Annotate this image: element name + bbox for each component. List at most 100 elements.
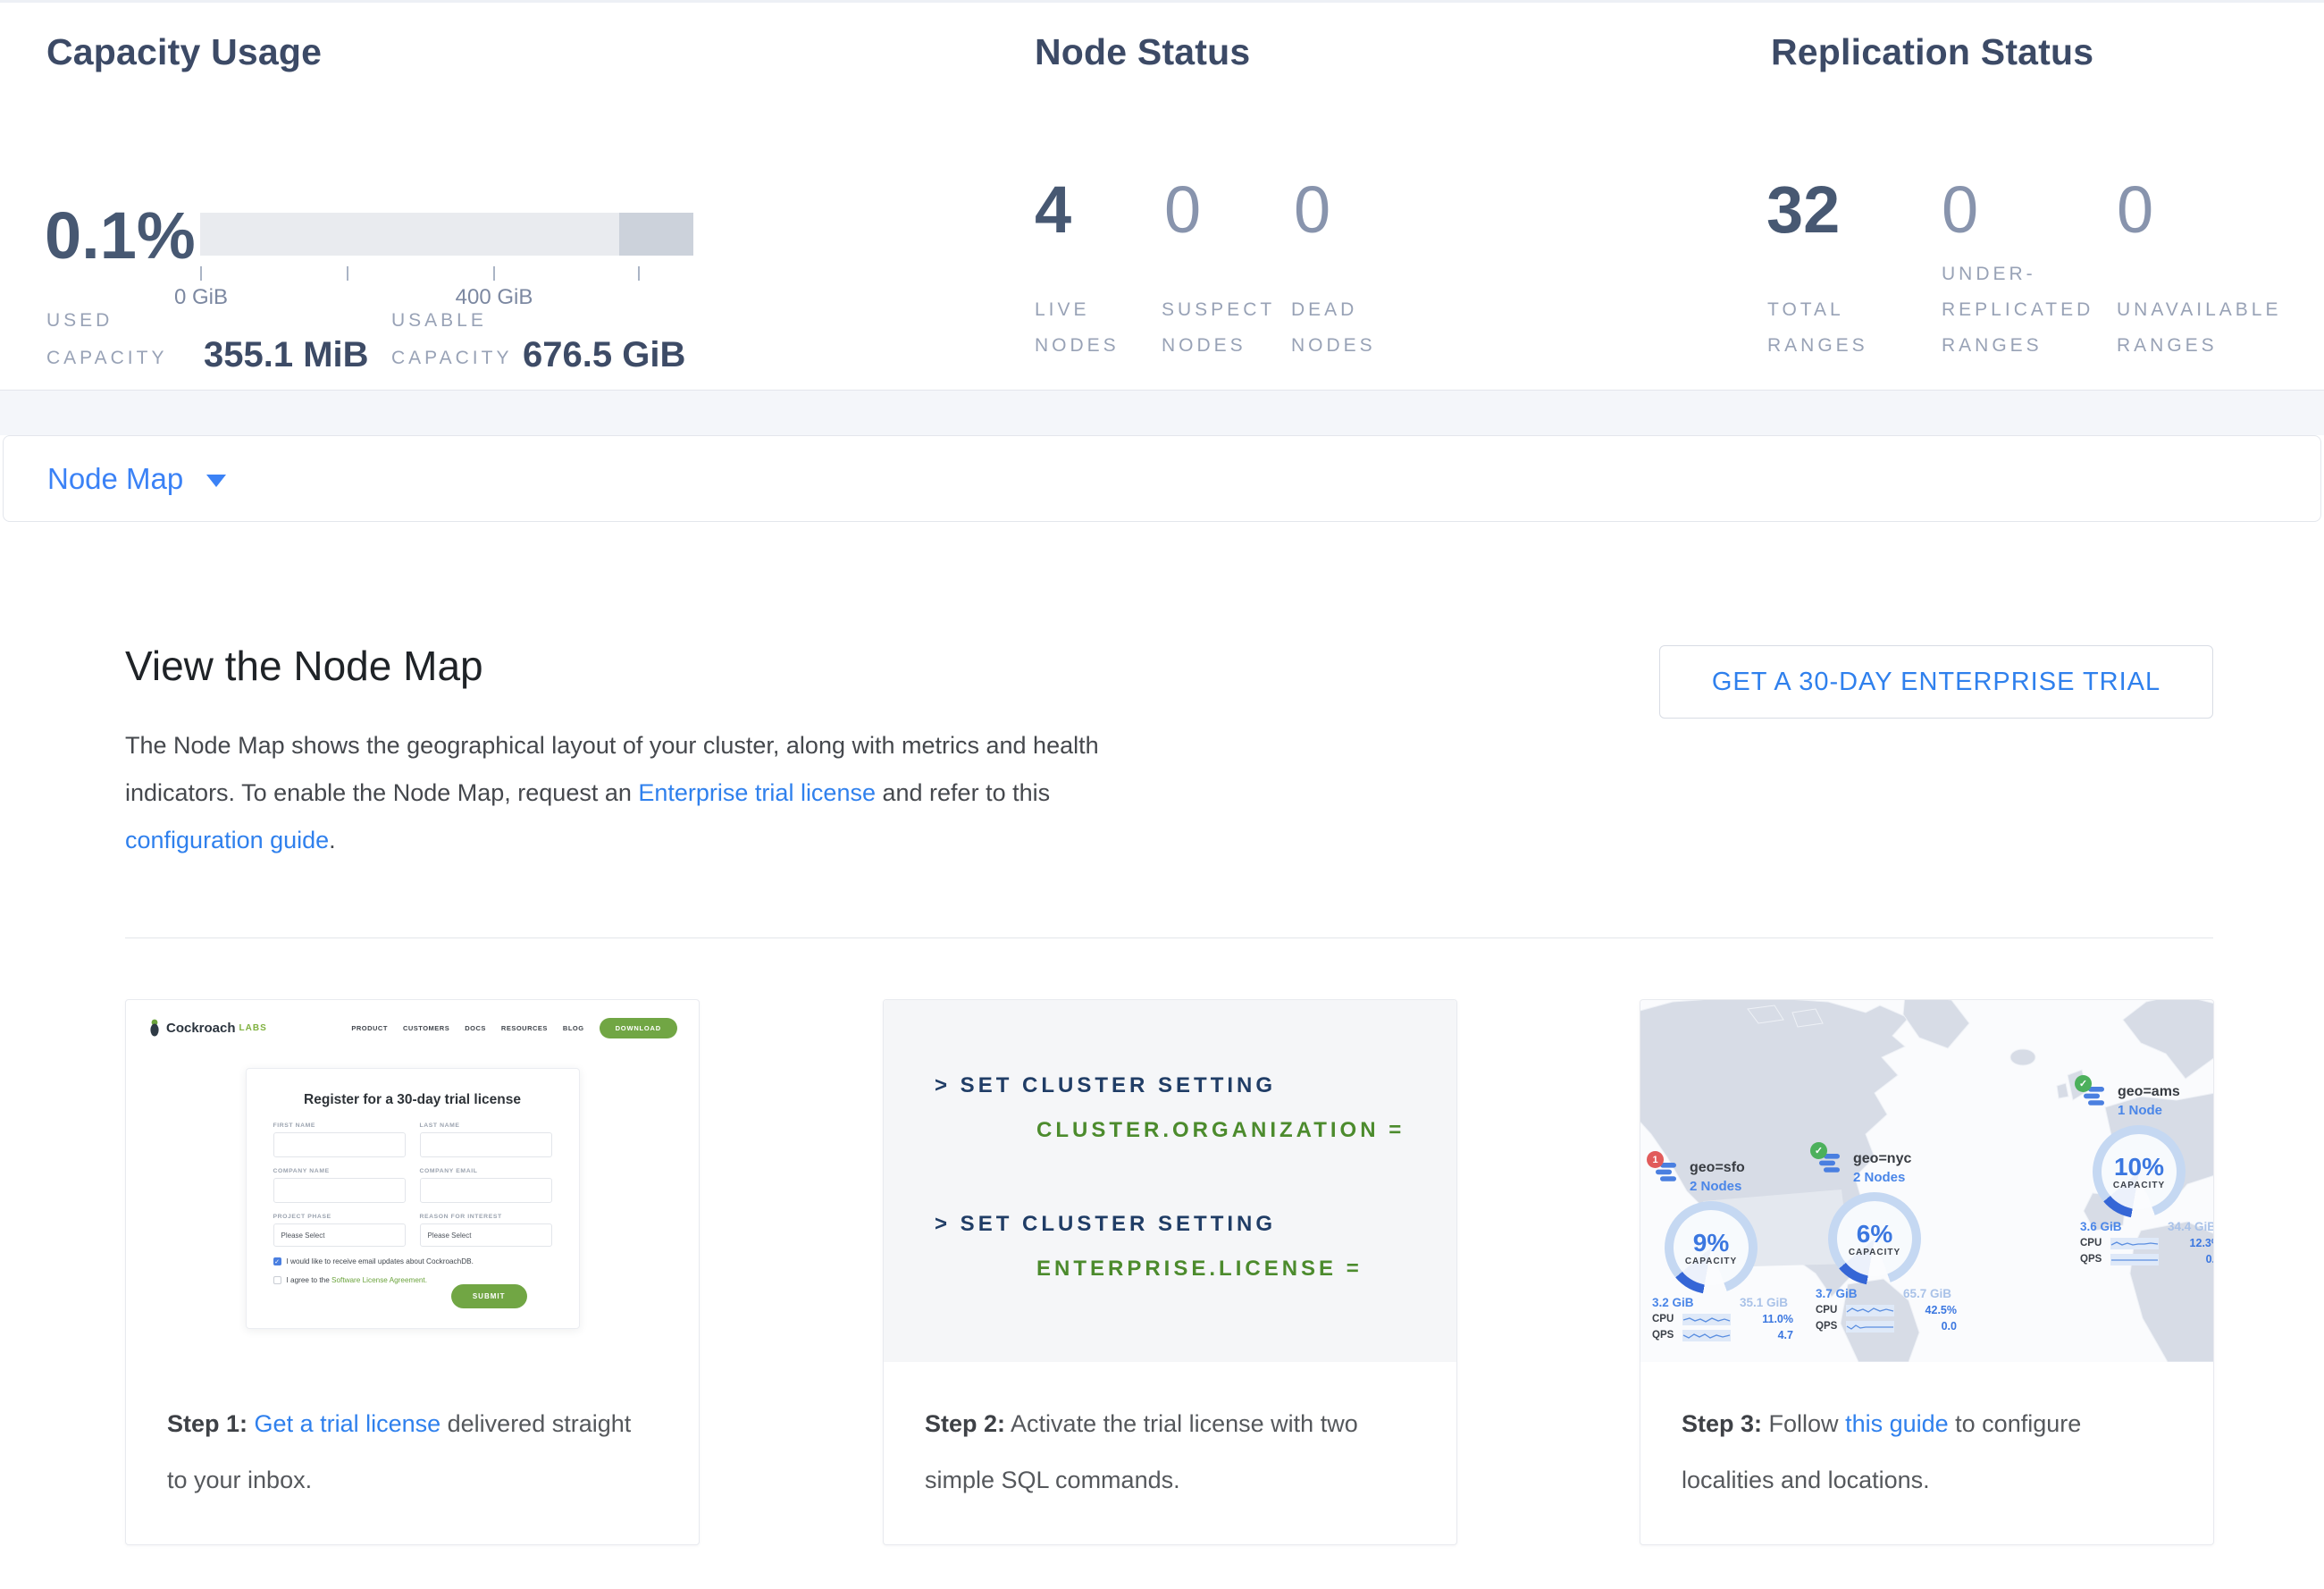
capacity-percent: 10%: [2114, 1154, 2164, 1181]
capacity-usage-title: Capacity Usage: [46, 31, 322, 73]
qps-label: QPS: [1816, 1321, 1840, 1332]
caption-text: [248, 1410, 255, 1437]
capacity-percent: 6%: [1857, 1221, 1892, 1248]
step-1-label: Step 1:: [167, 1410, 248, 1437]
healthy-badge-icon: ✓: [2075, 1075, 2092, 1092]
capacity-used-percent: 0.1%: [45, 203, 196, 269]
form-field: COMPANY NAME: [273, 1168, 406, 1203]
last-name-input-image: [420, 1132, 552, 1157]
node-labels: geo=sfo 2 Nodes: [1690, 1159, 1745, 1196]
project-phase-select-image: Please Select: [273, 1223, 406, 1247]
total-ranges-label: TOTAL RANGES: [1767, 292, 1892, 364]
page-title: View the Node Map: [125, 642, 483, 690]
field-label: COMPANY NAME: [273, 1168, 406, 1174]
field-label: COMPANY EMAIL: [420, 1168, 552, 1174]
cpu-metric: CPU 11.0%: [1652, 1313, 1793, 1325]
capacity-values: 3.6 GiB 34.4 GiB: [2080, 1220, 2213, 1233]
live-nodes-value: 4: [1035, 177, 1071, 243]
description-text: and refer to this: [876, 779, 1050, 806]
qps-metric: QPS 0.0: [2080, 1253, 2213, 1265]
cluster-summary-bar: Capacity Usage 0.1% 0 GiB 400 GiB USED C…: [0, 0, 2324, 391]
node-map-description: The Node Map shows the geographical layo…: [125, 722, 1108, 864]
sql-commands-image: > SET CLUSTER SETTING CLUSTER.ORGANIZATI…: [884, 1000, 1456, 1362]
this-guide-link[interactable]: this guide: [1845, 1410, 1949, 1437]
chevron-down-icon[interactable]: [206, 475, 226, 487]
node-labels: geo=ams 1 Node: [2118, 1083, 2180, 1120]
sql-set-cluster-setting-1: > SET CLUSTER SETTING: [935, 1073, 1276, 1098]
map-node-nyc: ✓ geo=nyc 2 Nodes 6% CAPACITY 3.7 GiB: [1816, 1150, 1959, 1333]
node-map-dropdown[interactable]: Node Map: [3, 435, 2321, 522]
nav-blog: BLOG: [563, 1024, 584, 1032]
node-labels: geo=nyc 2 Nodes: [1853, 1150, 1911, 1187]
qps-sparkline: [1682, 1330, 1731, 1341]
cockroach-icon: [147, 1019, 162, 1037]
node-icon-wrap: ✓: [2080, 1083, 2110, 1114]
field-label: FIRST NAME: [273, 1122, 406, 1129]
form-field: PROJECT PHASE Please Select: [273, 1214, 406, 1247]
unchecked-checkbox-icon: [273, 1276, 281, 1284]
divider: [125, 937, 2213, 938]
cpu-sparkline: [2110, 1238, 2159, 1249]
cpu-sparkline: [1846, 1305, 1894, 1316]
field-label: PROJECT PHASE: [273, 1214, 406, 1220]
used-capacity: 3.6 GiB: [2080, 1220, 2122, 1233]
agree-prefix: I agree to the: [287, 1276, 332, 1284]
get-trial-license-link[interactable]: Get a trial license: [255, 1410, 441, 1437]
cpu-value: 12.3%: [2190, 1237, 2213, 1249]
cockroach-labs-logo: Cockroach LABS: [147, 1019, 267, 1037]
capacity-tick: [200, 266, 202, 281]
configuration-guide-link[interactable]: configuration guide: [125, 827, 329, 853]
enterprise-trial-license-link[interactable]: Enterprise trial license: [638, 779, 876, 806]
caption-text: Follow: [1762, 1410, 1845, 1437]
qps-metric: QPS 4.7: [1652, 1329, 1793, 1341]
form-fields: FIRST NAME LAST NAME COMPANY NAME COMPAN…: [273, 1122, 552, 1247]
enterprise-trial-button[interactable]: GET A 30-DAY ENTERPRISE TRIAL: [1659, 645, 2213, 719]
cpu-label: CPU: [2080, 1238, 2104, 1248]
gauge-inner: 10% CAPACITY: [2093, 1125, 2186, 1218]
checked-checkbox-icon: ✓: [273, 1257, 281, 1265]
trial-form-screenshot: Cockroach LABS PRODUCT CUSTOMERS DOCS RE…: [126, 1000, 699, 1362]
locality-name: geo=sfo: [1690, 1159, 1745, 1177]
logo-suffix: LABS: [239, 1023, 267, 1033]
form-field: LAST NAME: [420, 1122, 552, 1157]
map-node-sfo: 1 geo=sfo 2 Nodes 9% CAPACITY 3.2 GiB: [1652, 1159, 1795, 1341]
cluster-overview-page: Capacity Usage 0.1% 0 GiB 400 GiB USED C…: [0, 0, 2324, 1589]
capacity-bar-segment: [619, 213, 693, 256]
field-label: LAST NAME: [420, 1122, 552, 1129]
capacity-values: 3.7 GiB 65.7 GiB: [1816, 1287, 1951, 1300]
nav-product: PRODUCT: [351, 1024, 388, 1032]
submit-button-image: SUBMIT: [451, 1284, 527, 1308]
cpu-value: 42.5%: [1925, 1304, 1957, 1316]
qps-sparkline: [1846, 1321, 1894, 1333]
sql-enterprise-license: ENTERPRISE.LICENSE =: [1036, 1257, 1363, 1282]
locality-name: geo=ams: [2118, 1083, 2180, 1101]
total-capacity: 65.7 GiB: [1903, 1287, 1951, 1300]
step-2-caption: Step 2: Activate the trial license with …: [884, 1362, 1456, 1509]
download-button-image: DOWNLOAD: [600, 1018, 677, 1038]
used-capacity-label: USED CAPACITY: [46, 302, 180, 377]
map-node-ams: ✓ geo=ams 1 Node 10% CAPACITY 3.6 GiB: [2080, 1083, 2213, 1265]
form-field: REASON FOR INTERESTPlease Select: [420, 1214, 552, 1247]
form-field: FIRST NAME: [273, 1122, 406, 1157]
node-icon-wrap: ✓: [1816, 1150, 1846, 1181]
dead-nodes-value: 0: [1294, 177, 1330, 243]
capacity-tick: [493, 266, 495, 281]
node-icon-wrap: 1: [1652, 1159, 1682, 1190]
gauge-inner: 6% CAPACITY: [1828, 1192, 1921, 1285]
node-map-preview-image: 1 geo=sfo 2 Nodes 9% CAPACITY 3.2 GiB: [1640, 1000, 2213, 1362]
mini-site-header: Cockroach LABS PRODUCT CUSTOMERS DOCS RE…: [147, 1011, 677, 1045]
first-name-input-image: [273, 1132, 406, 1157]
field-label: REASON FOR INTEREST: [420, 1214, 552, 1220]
replication-status-title: Replication Status: [1771, 31, 2093, 73]
capacity-values: 3.2 GiB 35.1 GiB: [1652, 1296, 1788, 1309]
unavailable-ranges-value: 0: [2117, 177, 2153, 243]
node-map-dropdown-label[interactable]: Node Map: [47, 462, 183, 496]
qps-label: QPS: [2080, 1254, 2104, 1265]
company-email-input-image: [420, 1178, 552, 1203]
qps-value: 0.0: [1942, 1320, 1957, 1333]
nav-docs: DOCS: [465, 1024, 486, 1032]
step-3-card: 1 geo=sfo 2 Nodes 9% CAPACITY 3.2 GiB: [1640, 999, 2214, 1545]
used-capacity: 3.2 GiB: [1652, 1296, 1694, 1309]
step-1-caption: Step 1: Get a trial license delivered st…: [126, 1362, 699, 1509]
node-count: 1 Node: [2118, 1101, 2180, 1120]
